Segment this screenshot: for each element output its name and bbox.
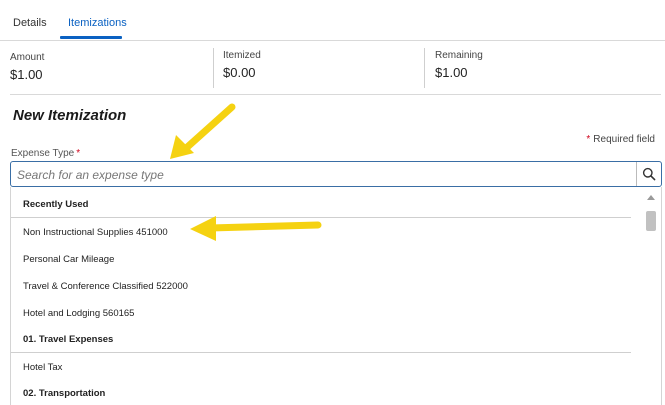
amount-label: Amount <box>10 52 45 63</box>
itemized-value: $0.00 <box>223 65 256 80</box>
remaining-summary: Remaining $1.00 <box>424 48 483 88</box>
divider <box>10 94 661 95</box>
group-header-travel-expenses: 01. Travel Expenses <box>11 326 631 353</box>
itemized-label: Itemized <box>223 50 261 61</box>
expense-type-search <box>10 161 662 187</box>
itemization-summary: Amount $1.00 Itemized $0.00 Remaining $1… <box>0 40 665 94</box>
option-travel-conference-classified[interactable]: Travel & Conference Classified 522000 <box>11 273 631 300</box>
active-tab-indicator <box>60 36 122 39</box>
remaining-value: $1.00 <box>435 65 468 80</box>
itemized-summary: Itemized $0.00 <box>213 48 261 88</box>
arrow-annotation-icon <box>170 103 236 159</box>
tab-itemizations[interactable]: Itemizations <box>68 17 127 29</box>
required-note-text: Required field <box>593 134 655 145</box>
section-title: New Itemization <box>13 107 127 124</box>
required-field-note: * Required field <box>586 134 655 145</box>
option-personal-car-mileage[interactable]: Personal Car Mileage <box>11 246 631 273</box>
arrow-annotation-icon <box>190 216 322 241</box>
expense-type-label: Expense Type * <box>11 148 80 159</box>
remaining-label: Remaining <box>435 50 483 61</box>
tab-details[interactable]: Details <box>13 17 47 29</box>
group-header-transportation: 02. Transportation <box>23 388 106 399</box>
dropdown-scrollbar[interactable] <box>645 193 657 403</box>
required-asterisk: * <box>586 134 591 145</box>
search-icon <box>642 167 656 181</box>
expense-type-dropdown: Recently Used Non Instructional Supplies… <box>10 187 662 405</box>
scroll-up-icon[interactable] <box>647 195 655 200</box>
expense-type-label-text: Expense Type <box>11 148 75 159</box>
expense-type-search-input[interactable] <box>15 164 629 186</box>
required-asterisk: * <box>76 148 81 159</box>
search-button[interactable] <box>636 162 661 186</box>
amount-summary: Amount $1.00 <box>10 50 44 82</box>
option-hotel-tax[interactable]: Hotel Tax <box>11 354 631 381</box>
amount-value: $1.00 <box>10 67 43 82</box>
option-hotel-and-lodging[interactable]: Hotel and Lodging 560165 <box>11 300 631 327</box>
tab-bar: Details Itemizations <box>0 0 665 41</box>
scroll-thumb[interactable] <box>646 211 656 231</box>
